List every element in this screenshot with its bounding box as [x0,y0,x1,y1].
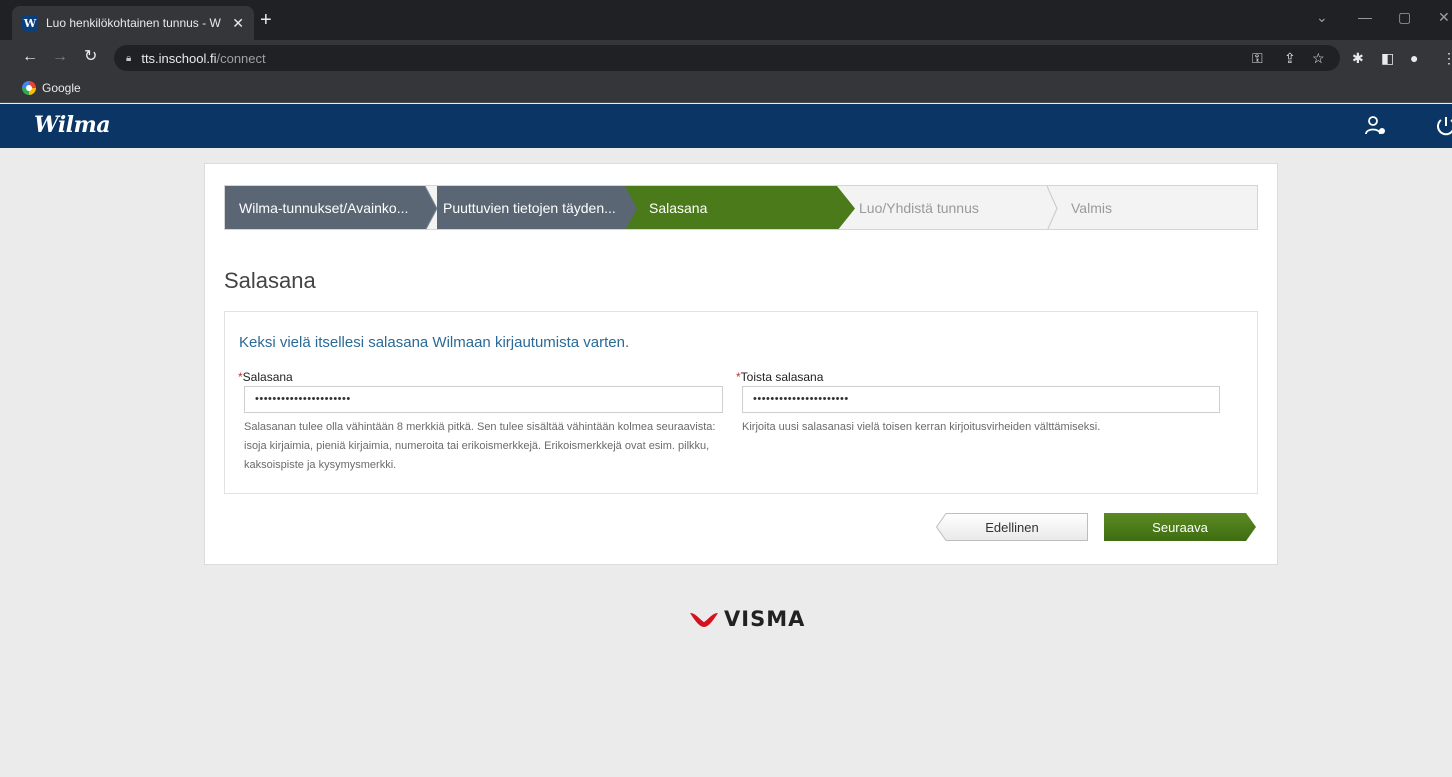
minimize-icon[interactable]: — [1358,9,1372,25]
step-label: Luo/Yhdistä tunnus [859,200,979,216]
bookmark-google[interactable]: Google [22,81,81,95]
step-separator-icon [837,186,855,229]
step-done: Valmis [1071,186,1257,229]
visma-swoosh-icon [690,613,718,627]
side-panel-icon[interactable]: ◧ [1381,50,1394,67]
step-separator-icon [425,186,437,229]
visma-brand-text: VISMA [724,607,806,631]
browser-tab-bar: W Luo henkilökohtainen tunnus - W ✕ + ⌄ … [0,0,1452,40]
back-icon[interactable]: ← [22,48,38,66]
address-bar[interactable]: 🔒︎ tts.inschool.fi/connect [114,45,1340,71]
close-window-icon[interactable]: ✕ [1438,9,1450,26]
tab-close-icon[interactable]: ✕ [232,15,244,32]
menu-icon[interactable]: ⋮ [1442,50,1452,67]
step-separator-icon [1047,186,1058,229]
next-button[interactable]: Seuraava [1104,513,1256,541]
password-help-text: Salasanan tulee olla vähintään 8 merkkiä… [244,421,716,471]
restore-icon[interactable]: ▢ [1398,9,1411,26]
step-label: Salasana [649,200,708,216]
step-label: Valmis [1071,200,1112,216]
user-settings-icon[interactable] [1364,114,1388,144]
wilma-logo[interactable]: Wilma [34,112,111,138]
lock-icon[interactable]: 🔒︎ [126,53,131,64]
bookmark-star-icon[interactable]: ☆ [1312,50,1325,67]
page-title: Salasana [224,268,316,293]
step-label: Puuttuvien tietojen täyden... [443,200,616,216]
tab-title: Luo henkilökohtainen tunnus - W [46,16,221,30]
confirm-help-text: Kirjoita uusi salasanasi vielä toisen ke… [742,421,1101,433]
progress-steps: Wilma-tunnukset/Avainko... Puuttuvien ti… [224,185,1258,230]
password-form: Keksi vielä itsellesi salasana Wilmaan k… [224,311,1258,494]
step-separator-icon [625,186,639,229]
confirm-label-text: Toista salasana [740,370,824,384]
form-intro: Keksi vielä itsellesi salasana Wilmaan k… [239,334,630,351]
tab-search-icon[interactable]: ⌄ [1316,9,1328,26]
key-icon[interactable]: ⚿ [1252,50,1263,67]
bookmarks-bar: Google [0,76,1452,103]
wilma-header: Wilma [0,104,1452,148]
google-icon [22,81,36,95]
bookmark-label: Google [42,81,81,95]
password-label-text: Salasana [242,370,293,384]
visma-logo: VISMA [690,607,805,631]
password-input[interactable]: •••••••••••••••••••••• [244,386,723,413]
previous-button-label: Edellinen [985,519,1039,535]
profile-icon[interactable]: ● [1410,50,1418,66]
registration-card: Wilma-tunnukset/Avainko... Puuttuvien ti… [204,163,1278,565]
step-missing-info: Puuttuvien tietojen täyden... [437,186,637,229]
step-password: Salasana [639,186,837,229]
next-button-label: Seuraava [1152,519,1208,535]
password-label: *Salasana [238,370,293,384]
share-icon[interactable]: ⇪ [1284,50,1296,67]
step-credentials: Wilma-tunnukset/Avainko... [225,186,425,229]
new-tab-button[interactable]: + [260,10,272,30]
reload-icon[interactable]: ↻ [84,48,97,66]
logout-power-icon[interactable] [1434,114,1452,144]
wilma-favicon-icon: W [22,15,38,31]
forward-icon[interactable]: → [52,48,68,66]
browser-tab[interactable]: W Luo henkilökohtainen tunnus - W ✕ [12,6,254,40]
url-domain: tts.inschool.fi [141,50,217,66]
previous-button[interactable]: Edellinen [936,513,1088,541]
confirm-password-input[interactable]: •••••••••••••••••••••• [742,386,1220,413]
extensions-icon[interactable]: ✱ [1352,50,1364,67]
confirm-password-label: *Toista salasana [736,370,823,384]
url-path: /connect [216,50,266,66]
step-create-account: Luo/Yhdistä tunnus [857,186,1047,229]
step-label: Wilma-tunnukset/Avainko... [239,200,409,216]
